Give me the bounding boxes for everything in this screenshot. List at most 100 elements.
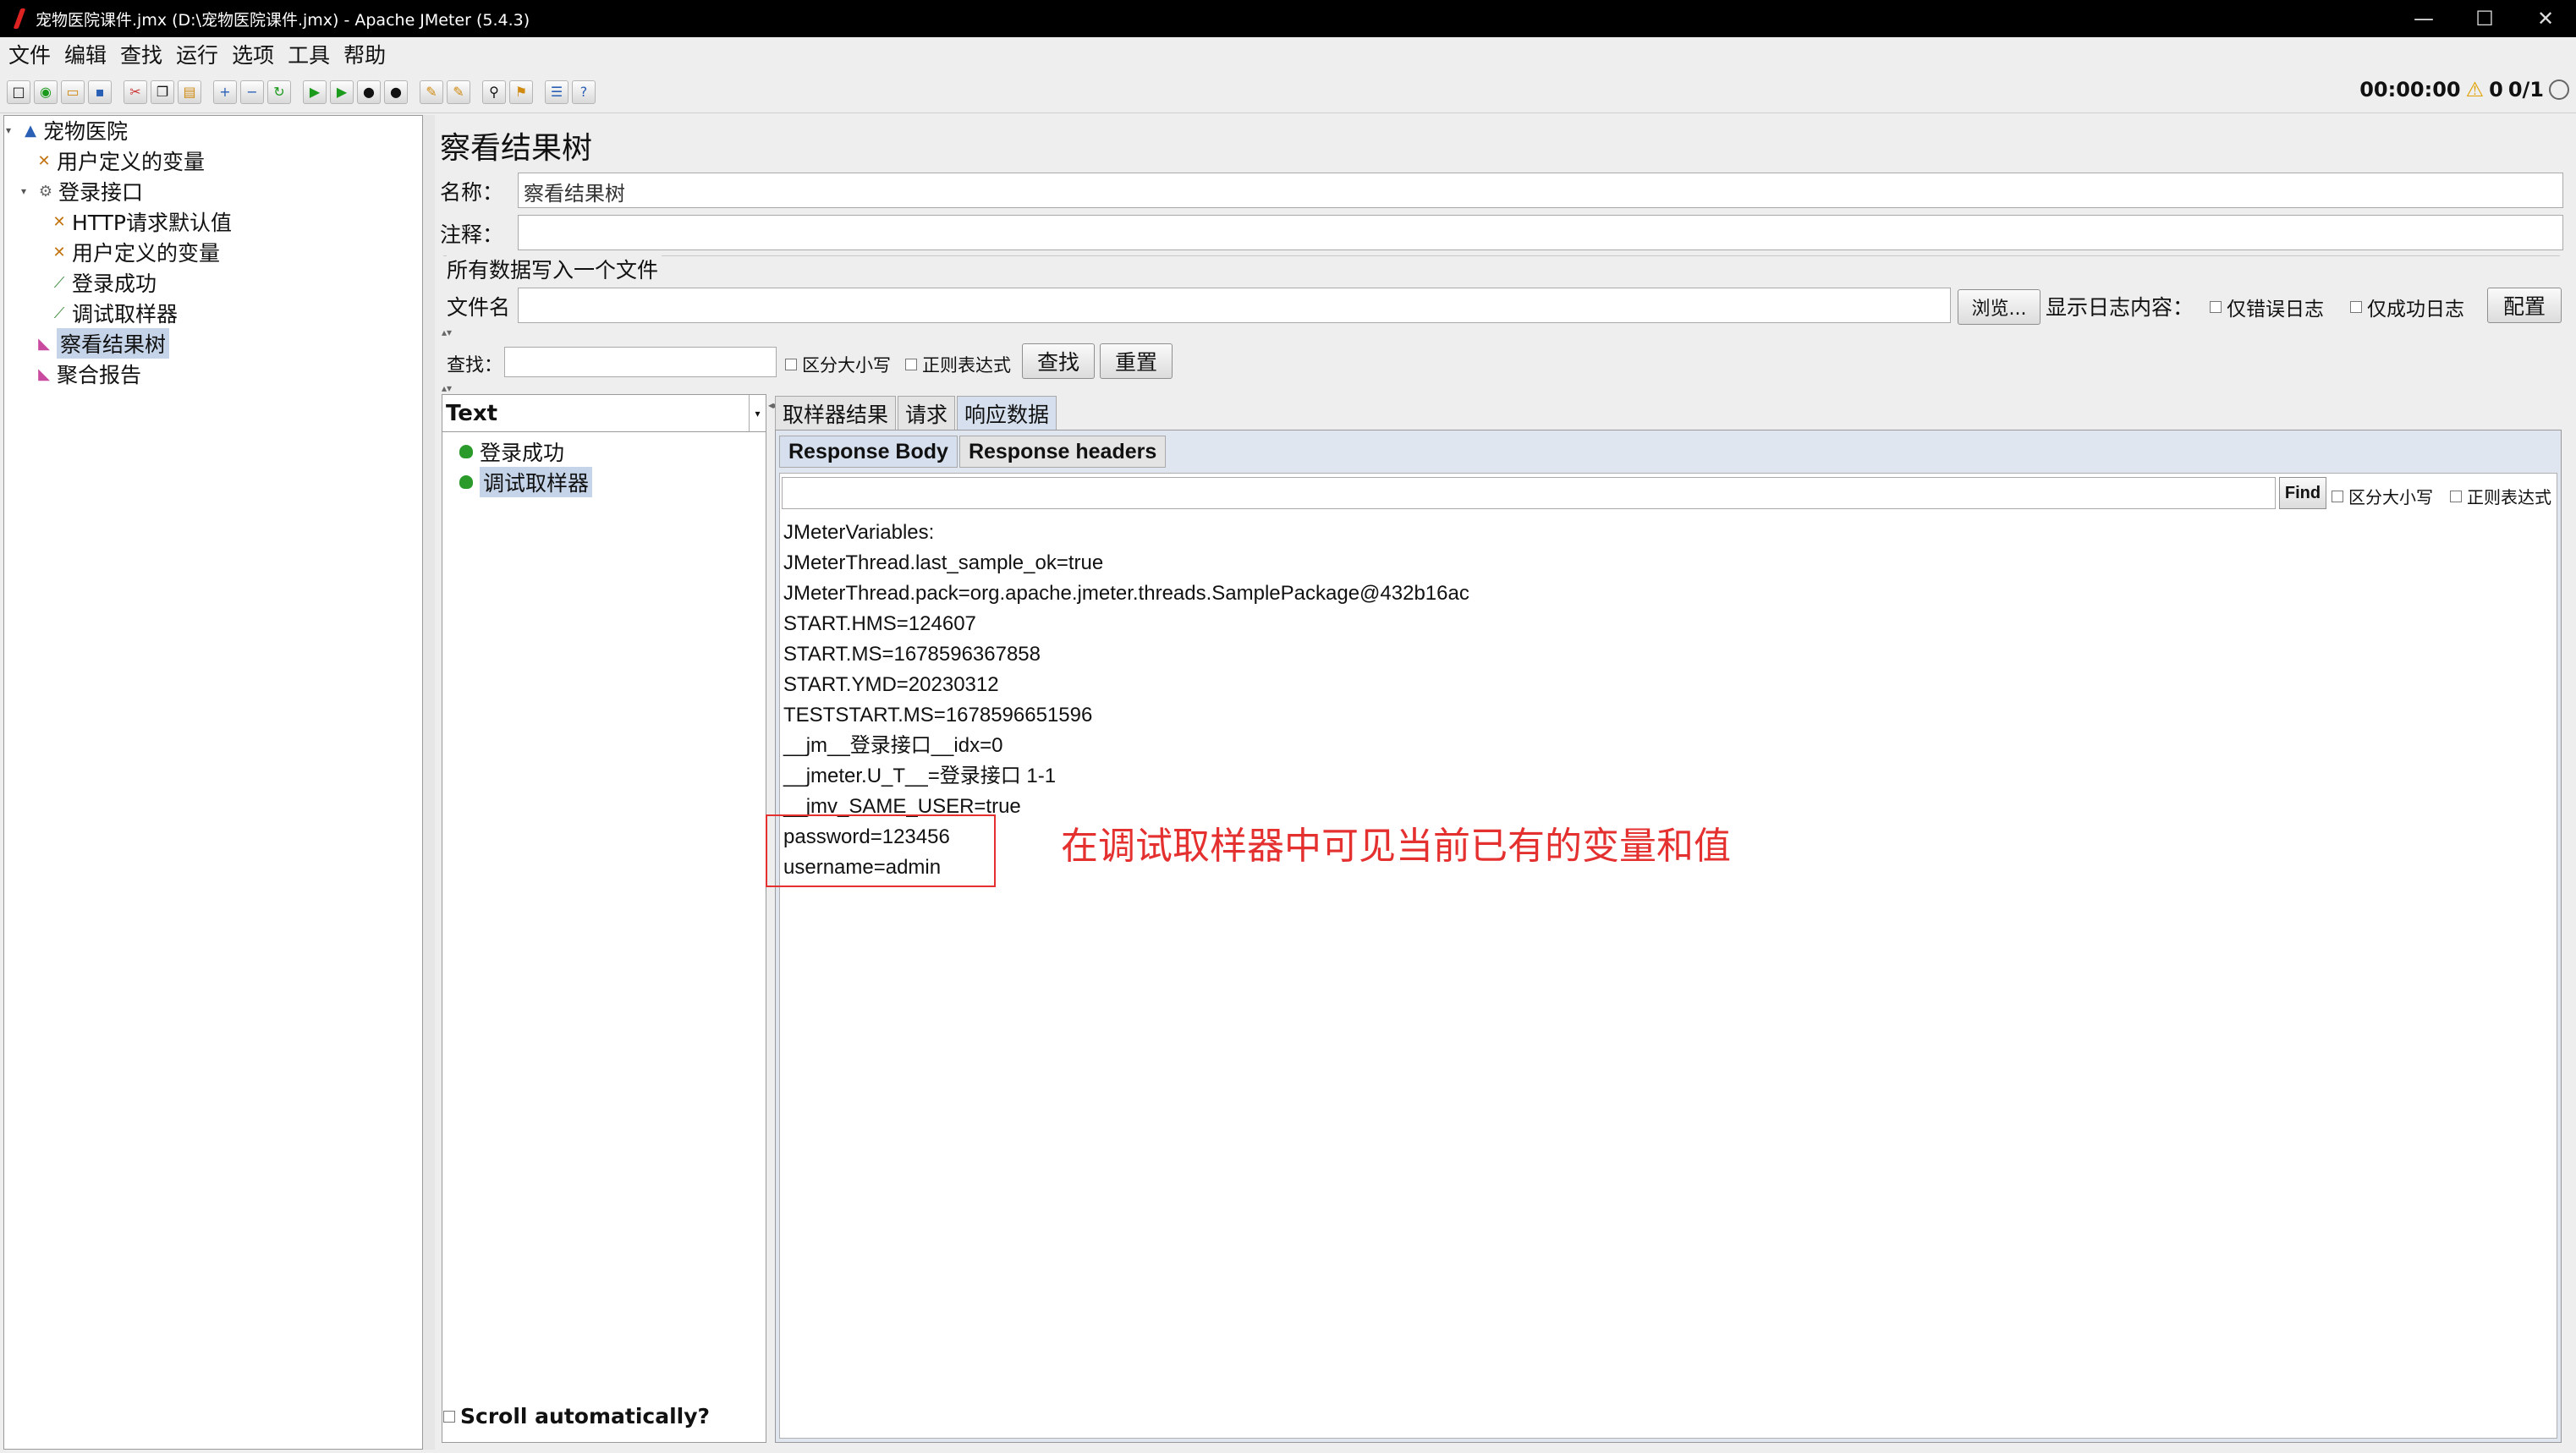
toolbar: □ ◉ ▭ ▪ ✂ ❐ ▤ + − ↻ ▶ ▶ ● ● ✎ ✎ ⚲ ⚑ ☰ ?	[0, 71, 2576, 113]
tree-item-thread-group[interactable]: ▾ ⚙ 登录接口	[21, 177, 143, 206]
stop-icon[interactable]: ●	[357, 80, 381, 104]
reset-button[interactable]: 重置	[1100, 343, 1173, 379]
config-icon: ✕	[52, 243, 66, 261]
tab-response-headers[interactable]: Response headers	[958, 436, 1167, 468]
name-field[interactable]: 察看结果树	[518, 173, 2563, 208]
response-subtabs: Response Body Response headers	[779, 436, 1167, 468]
toggle-icon[interactable]: ↻	[267, 80, 291, 104]
menu-file[interactable]: 文件	[8, 39, 51, 69]
response-line: START.MS=1678596367858	[783, 643, 1041, 666]
browse-button[interactable]: 浏览...	[1958, 289, 2040, 325]
sampler-icon: ⟋	[53, 273, 65, 292]
tree-item-view-results-tree[interactable]: ◣ 察看结果树	[36, 328, 170, 359]
clear-icon[interactable]: ✎	[420, 80, 443, 104]
start-icon[interactable]: ▶	[303, 80, 327, 104]
clear-all-icon[interactable]: ✎	[447, 80, 470, 104]
collapse-arrows-icon[interactable]: ▴▾	[442, 326, 452, 338]
split-pane-divider[interactable]	[423, 115, 435, 1450]
success-only-checkbox[interactable]: 仅成功日志	[2350, 293, 2464, 321]
result-item-login-success[interactable]: 登录成功	[459, 437, 564, 466]
listener-panel: 察看结果树 名称： 察看结果树 注释： 所有数据写入一个文件 文件名 浏览...…	[435, 115, 2568, 1450]
copy-icon[interactable]: ❐	[151, 80, 174, 104]
save-icon[interactable]: ▪	[88, 80, 112, 104]
open-icon[interactable]: ▭	[61, 80, 85, 104]
tree-item-debug-sampler[interactable]: ⟋ 调试取样器	[52, 299, 178, 327]
sampler-icon: ⟋	[53, 304, 65, 322]
success-shield-icon	[459, 445, 473, 458]
minimize-button[interactable]: —	[2393, 7, 2454, 30]
window-title: 宠物医院课件.jmx (D:\宠物医院课件.jmx) - Apache JMet…	[36, 10, 530, 30]
find-button[interactable]: Find	[2279, 477, 2326, 509]
cut-icon[interactable]: ✂	[124, 80, 147, 104]
result-item-debug-sampler[interactable]: 调试取样器	[459, 467, 593, 497]
response-body: Find 区分大小写 正则表达式 JMeterVariables: JMeter…	[779, 473, 2557, 1439]
menu-tools[interactable]: 工具	[288, 39, 330, 69]
case-sensitive-checkbox[interactable]: 区分大小写	[785, 352, 891, 377]
menu-help[interactable]: 帮助	[343, 39, 386, 69]
comment-label: 注释：	[440, 222, 504, 247]
search-icon[interactable]: ⚲	[482, 80, 506, 104]
filename-field[interactable]	[518, 288, 1951, 323]
tree-item-user-vars-2[interactable]: ✕ 用户定义的变量	[52, 238, 220, 266]
find-regex-checkbox[interactable]: 正则表达式	[2450, 484, 2551, 508]
errors-only-checkbox[interactable]: 仅错误日志	[2210, 293, 2324, 321]
start-no-pause-icon[interactable]: ▶	[330, 80, 354, 104]
test-plan-tree: ▾ ▲ 宠物医院 ✕ 用户定义的变量 ▾ ⚙ 登录接口 ✕ HTTP请求默认值 …	[3, 115, 423, 1450]
response-panel: Response Body Response headers Find 区分大小…	[775, 430, 2562, 1443]
menu-edit[interactable]: 编辑	[64, 39, 107, 69]
templates-icon[interactable]: ◉	[34, 80, 58, 104]
find-case-sensitive-checkbox[interactable]: 区分大小写	[2332, 484, 2433, 508]
regex-checkbox[interactable]: 正则表达式	[905, 352, 1011, 377]
response-line: __jmeter.U_T__=登录接口 1-1	[783, 765, 1057, 787]
panel-title: 察看结果树	[440, 131, 593, 166]
configure-button[interactable]: 配置	[2487, 288, 2562, 323]
response-line: JMeterThread.pack=org.apache.jmeter.thre…	[783, 582, 1469, 605]
collapse-icon[interactable]: −	[240, 80, 264, 104]
maximize-button[interactable]: ☐	[2454, 7, 2515, 30]
warning-icon[interactable]: ⚠	[2466, 78, 2485, 101]
tree-item-http-defaults[interactable]: ✕ HTTP请求默认值	[52, 207, 232, 236]
shutdown-icon[interactable]: ●	[384, 80, 408, 104]
tab-sampler-result[interactable]: 取样器结果	[775, 396, 897, 430]
jmeter-feather-icon	[12, 8, 27, 29]
name-label: 名称：	[440, 180, 504, 205]
elapsed-time: 00:00:00	[2359, 78, 2461, 101]
collapse-arrows-icon[interactable]: ▴▾	[442, 382, 452, 394]
results-list: Text ▾ 登录成功 调试取样器	[442, 394, 766, 1443]
tab-response-body[interactable]: Response Body	[779, 436, 958, 468]
find-row: Find 区分大小写 正则表达式	[780, 474, 2557, 513]
tree-item-test-plan[interactable]: ▾ ▲ 宠物医院	[6, 116, 128, 145]
chevron-down-icon[interactable]: ▾	[749, 395, 766, 432]
expand-toggle-icon[interactable]: ▾	[6, 124, 18, 136]
response-line: JMeterVariables:	[783, 521, 935, 544]
highlight-box	[766, 814, 996, 887]
menu-run[interactable]: 运行	[176, 39, 218, 69]
scroll-automatically-checkbox[interactable]: Scroll automatically?	[443, 1404, 710, 1428]
response-line: TESTSTART.MS=1678596651596	[783, 704, 1093, 726]
menu-bar: 文件 编辑 查找 运行 选项 工具 帮助	[0, 37, 2576, 71]
file-section-title: 所有数据写入一个文件	[447, 254, 662, 284]
search-input[interactable]	[504, 347, 777, 377]
tree-item-login-success[interactable]: ⟋ 登录成功	[52, 268, 157, 297]
search-button[interactable]: 查找	[1022, 343, 1095, 379]
tree-item-aggregate-report[interactable]: ◣ 聚合报告	[36, 359, 141, 388]
find-input[interactable]	[782, 477, 2276, 509]
tree-item-user-vars[interactable]: ✕ 用户定义的变量	[36, 146, 205, 175]
menu-search[interactable]: 查找	[120, 39, 162, 69]
expand-toggle-icon[interactable]: ▾	[21, 185, 33, 197]
expand-icon[interactable]: +	[213, 80, 237, 104]
response-line: START.HMS=124607	[783, 612, 976, 635]
menu-options[interactable]: 选项	[232, 39, 274, 69]
listener-icon: ◣	[38, 334, 50, 353]
new-icon[interactable]: □	[7, 80, 30, 104]
close-button[interactable]: ✕	[2515, 7, 2576, 30]
tab-request[interactable]: 请求	[898, 396, 956, 430]
function-helper-icon[interactable]: ☰	[545, 80, 568, 104]
help-icon[interactable]: ?	[572, 80, 596, 104]
reset-search-icon[interactable]: ⚑	[509, 80, 533, 104]
renderer-select[interactable]: Text ▾	[442, 395, 766, 432]
paste-icon[interactable]: ▤	[178, 80, 201, 104]
remote-icon	[2549, 80, 2569, 100]
comment-field[interactable]	[518, 215, 2563, 250]
tab-response-data[interactable]: 响应数据	[957, 396, 1057, 430]
